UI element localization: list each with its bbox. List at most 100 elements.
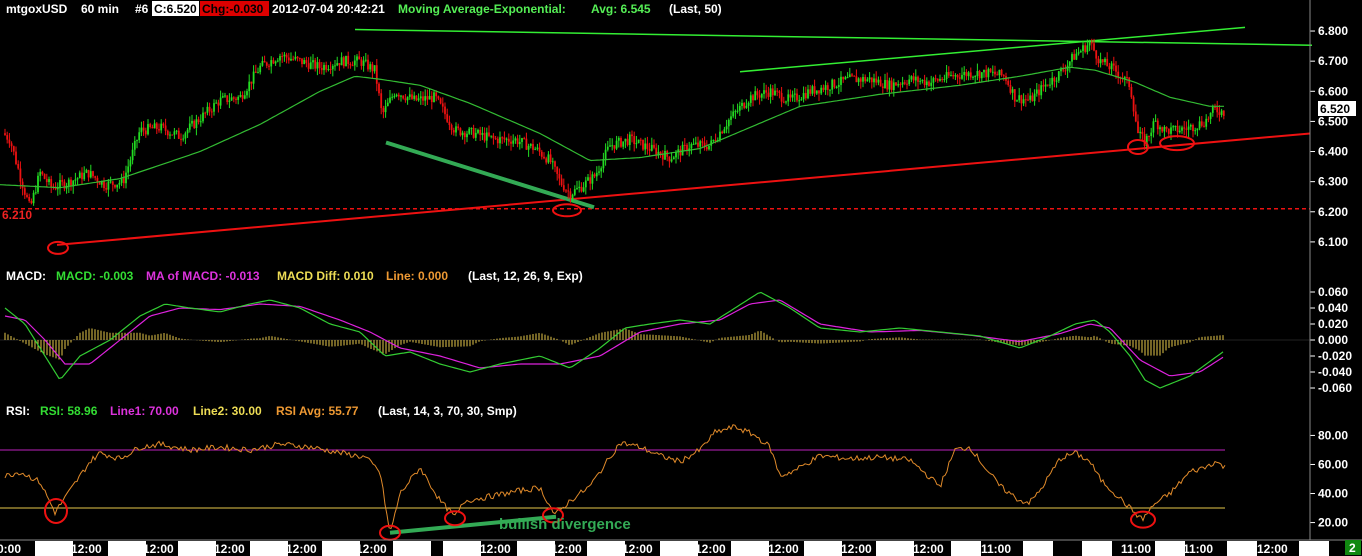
candle-body: [800, 99, 803, 101]
candle-body: [340, 57, 343, 66]
x-tick-label: 12:00: [286, 542, 317, 556]
candle-body: [177, 130, 180, 139]
y-tick-label: 80.00: [1318, 428, 1348, 442]
y-tick-label: 0.040: [1318, 301, 1348, 315]
candle-body: [941, 78, 944, 80]
candle-body: [481, 132, 484, 135]
candle-body: [87, 169, 90, 178]
candle-body: [109, 181, 112, 183]
candle-body: [1031, 95, 1034, 102]
candle-body: [263, 61, 266, 63]
candle-body: [1220, 110, 1223, 115]
candle-body: [309, 62, 312, 69]
x-tick-label: 6/22: [325, 542, 349, 556]
candle-body: [732, 111, 735, 117]
candle-body: [336, 63, 339, 66]
candle-body: [1051, 77, 1054, 85]
candle-body: [787, 94, 790, 102]
candle-body: [582, 187, 585, 192]
candle-body: [694, 142, 697, 144]
y-tick-label: 6.300: [1318, 175, 1348, 189]
interval-label: 60 min: [81, 2, 119, 16]
candle-body: [1128, 77, 1131, 87]
candle-body: [180, 138, 182, 140]
x-tick-label: 12:00: [551, 542, 582, 556]
candle-body: [1110, 63, 1113, 70]
candle-body: [818, 90, 820, 94]
candle-body: [835, 86, 838, 88]
candle-body: [457, 126, 460, 129]
candle-body: [1198, 121, 1201, 129]
y-tick-label: 0.020: [1318, 317, 1348, 331]
candle-body: [870, 77, 873, 83]
candle-body: [573, 189, 576, 195]
candle-body: [943, 79, 946, 81]
candle-body: [958, 77, 961, 79]
candle-body: [470, 127, 473, 129]
candle-body: [246, 91, 248, 96]
candle-body: [136, 140, 138, 142]
candle-body: [760, 93, 763, 98]
candle-body: [1200, 121, 1203, 126]
candle-body: [26, 194, 28, 198]
y-tick-label: 6.800: [1318, 24, 1348, 38]
candle-body: [92, 171, 94, 177]
candle-body: [39, 171, 42, 176]
candle-body: [1159, 127, 1161, 130]
candle-body: [1000, 69, 1003, 76]
candle-body: [307, 63, 310, 69]
candle-body: [76, 178, 79, 180]
candle-body: [745, 105, 748, 108]
candle-body: [437, 96, 440, 99]
candle-body: [1174, 125, 1177, 127]
candle-body: [358, 56, 361, 60]
candle-body: [961, 74, 963, 79]
candle-body: [576, 187, 578, 190]
candle-body: [1148, 135, 1150, 137]
candle-body: [107, 181, 110, 190]
candle-body: [1086, 45, 1089, 52]
macd-value-label: MACD: -0.003: [56, 269, 134, 283]
y-tick-label: 20.00: [1318, 516, 1348, 530]
candle-body: [857, 78, 860, 83]
candle-body: [1040, 85, 1043, 96]
candle-body: [921, 79, 924, 81]
candle-body: [595, 172, 598, 177]
candle-body: [1152, 121, 1155, 133]
candle-body: [6, 135, 9, 140]
candle-body: [1057, 71, 1060, 81]
x-tick-label: 6/27: [663, 542, 687, 556]
candle-body: [974, 76, 977, 78]
candle-body: [939, 78, 941, 81]
candle-body: [626, 138, 629, 145]
candle-body: [1167, 128, 1170, 134]
candle-body: [43, 174, 46, 179]
candle-body: [248, 81, 251, 92]
candle-body: [754, 91, 757, 101]
candle-body: [809, 89, 812, 94]
candle-body: [153, 123, 156, 129]
candle-body: [12, 146, 15, 152]
candle-body: [505, 138, 508, 140]
candle-body: [1011, 89, 1014, 93]
candle-body: [1211, 106, 1214, 113]
candle-body: [565, 190, 567, 192]
candle-body: [778, 91, 781, 93]
candle-body: [226, 95, 229, 102]
candle-body: [142, 127, 145, 131]
candle-body: [512, 140, 515, 144]
candle-body: [243, 95, 246, 99]
candle-body: [1062, 69, 1065, 71]
candle-body: [221, 96, 224, 98]
candle-body: [690, 144, 693, 149]
candle-body: [98, 182, 101, 185]
candle-body: [945, 72, 948, 80]
x-tick-label: 11:00: [981, 542, 1011, 556]
candle-body: [613, 145, 616, 149]
candle-body: [433, 92, 435, 103]
candle-body: [155, 123, 158, 130]
candle-body: [188, 123, 191, 130]
candle-body: [265, 62, 268, 66]
candle-body: [261, 61, 264, 66]
x-tick-label: 11:00: [1183, 542, 1213, 556]
